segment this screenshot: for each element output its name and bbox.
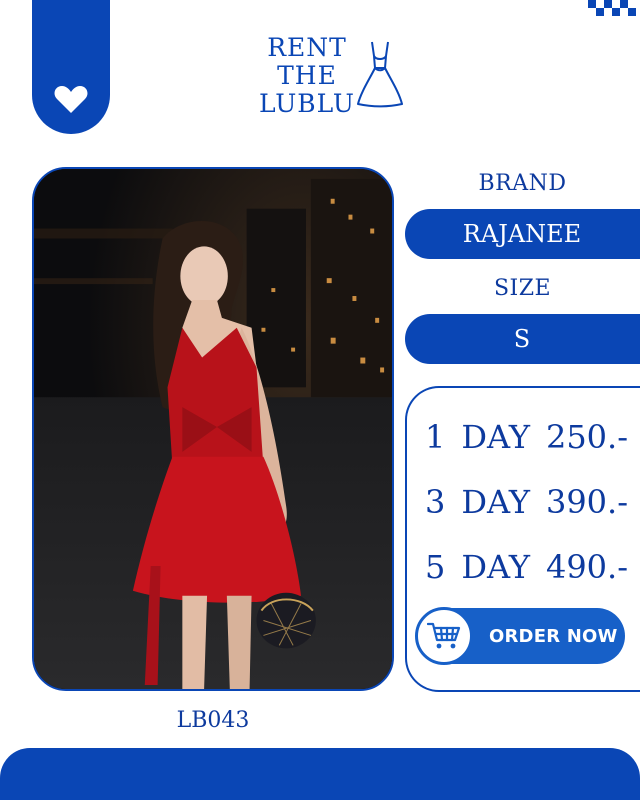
price-days: 1 <box>425 418 446 456</box>
brand-label: BRAND <box>478 171 567 196</box>
price-days: 3 <box>425 483 446 521</box>
price-unit: DAY <box>461 483 530 521</box>
price-unit: DAY <box>461 548 530 586</box>
order-now-label: ORDER NOW <box>489 625 618 647</box>
favorite-button[interactable] <box>32 0 110 134</box>
logo-line-3: LUBLU <box>259 89 355 118</box>
product-code: LB043 <box>176 708 250 733</box>
brand-value-pill: RAJANEE <box>405 209 640 259</box>
price-days: 5 <box>425 548 446 586</box>
product-photo <box>32 167 394 691</box>
dress-icon <box>357 41 403 108</box>
price-amount: 390.- <box>545 483 629 521</box>
logo-line-1: RENT <box>267 33 347 62</box>
footer-bar <box>0 748 640 800</box>
heart-icon <box>54 86 88 113</box>
logo-wordmark: RENT THE LUBLU <box>258 34 356 118</box>
price-amount: 490.- <box>545 548 629 586</box>
price-amount: 250.- <box>545 418 629 456</box>
size-value: S <box>513 325 531 353</box>
cart-icon <box>427 622 461 649</box>
brand-logo: RENT THE LUBLU <box>258 34 408 124</box>
brand-value: RAJANEE <box>462 220 582 248</box>
size-value-pill: S <box>405 314 640 364</box>
size-label: SIZE <box>493 276 552 301</box>
cart-icon-circle <box>415 607 473 665</box>
logo-line-2: THE <box>277 61 337 90</box>
price-row: 3 DAY 390.- <box>425 483 628 521</box>
order-now-button[interactable]: ORDER NOW <box>415 607 625 665</box>
price-unit: DAY <box>461 418 530 456</box>
checker-pattern-decoration <box>588 0 636 16</box>
price-row: 5 DAY 490.- <box>425 548 628 586</box>
price-row: 1 DAY 250.- <box>425 418 628 456</box>
